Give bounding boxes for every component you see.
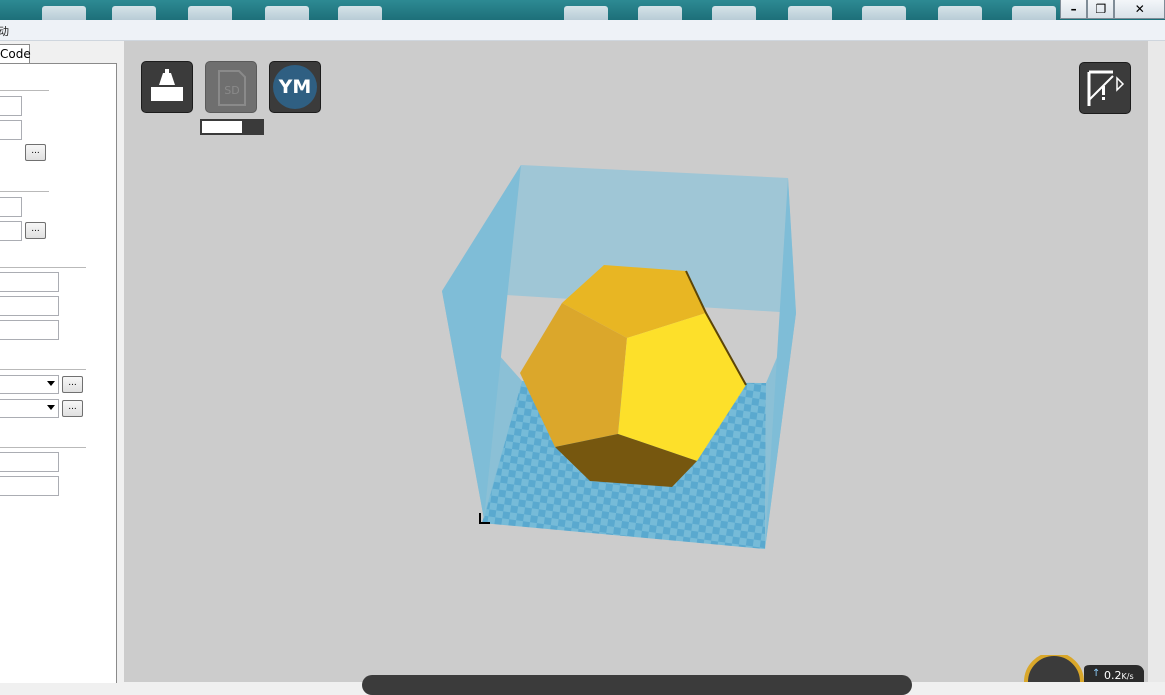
view-mode-button[interactable] <box>1079 62 1131 114</box>
dropdown-select[interactable] <box>0 399 59 418</box>
taskbar-app-icon[interactable] <box>638 6 682 20</box>
menu-item-partial[interactable]: 动 <box>0 23 9 39</box>
minimize-button[interactable]: – <box>1060 0 1088 19</box>
section-divider <box>0 369 86 370</box>
3d-viewport[interactable]: SD YM <box>124 41 1148 695</box>
slice-progress-bar <box>200 119 264 135</box>
sd-label: SD <box>224 84 239 97</box>
sd-card-icon: SD <box>218 70 246 106</box>
text-field[interactable] <box>0 120 22 140</box>
text-field[interactable] <box>0 452 59 472</box>
taskbar: – ❐ ✕ <box>0 0 1165 20</box>
tab-code[interactable]: Code <box>0 44 31 64</box>
taskbar-app-icon[interactable] <box>938 6 982 20</box>
maximize-button[interactable]: ❐ <box>1087 0 1115 19</box>
taskbar-app-icon[interactable] <box>42 6 86 20</box>
section-divider <box>0 267 86 268</box>
menubar: 动 <box>0 20 1165 41</box>
taskbar-app-icon[interactable] <box>788 6 832 20</box>
right-edge <box>1148 41 1165 682</box>
load-model-button[interactable] <box>141 61 193 113</box>
dropdown-select[interactable] <box>0 375 59 394</box>
upload-arrow-icon: ↑ <box>1092 668 1101 679</box>
taskbar-app-icon[interactable] <box>338 6 382 20</box>
window-controls: – ❐ ✕ <box>1060 0 1165 19</box>
ym-plugin-button[interactable]: YM <box>269 61 321 113</box>
taskbar-app-icon[interactable] <box>1012 6 1056 20</box>
chevron-down-icon <box>47 405 55 410</box>
load-model-icon <box>151 69 183 101</box>
chevron-down-icon <box>47 381 55 386</box>
ym-label: YM <box>273 65 317 109</box>
taskbar-app-icon[interactable] <box>188 6 232 20</box>
taskbar-app-icon[interactable] <box>862 6 906 20</box>
text-field[interactable] <box>0 272 59 292</box>
text-field[interactable] <box>0 296 59 316</box>
section-divider <box>0 90 49 91</box>
text-field[interactable] <box>0 320 59 340</box>
settings-panel: ... ... ... ... <box>0 63 117 683</box>
taskbar-app-icon[interactable] <box>712 6 756 20</box>
section-divider <box>0 191 49 192</box>
taskbar-app-icon[interactable] <box>564 6 608 20</box>
combo-options-button[interactable]: ... <box>62 400 83 417</box>
browse-button[interactable]: ... <box>25 222 46 239</box>
taskbar-app-icon[interactable] <box>112 6 156 20</box>
layer-slider-bar[interactable] <box>362 675 912 695</box>
text-field[interactable] <box>0 96 22 116</box>
text-field[interactable] <box>0 197 22 217</box>
section-divider <box>0 447 86 448</box>
taskbar-app-icon[interactable] <box>265 6 309 20</box>
combo-options-button[interactable]: ... <box>62 376 83 393</box>
view-mode-icon <box>1087 70 1125 106</box>
text-field[interactable] <box>0 476 59 496</box>
scene-canvas[interactable] <box>124 41 1148 682</box>
network-speed-label: 0.2K/s <box>1104 669 1134 682</box>
network-speed-widget[interactable]: ↑ 0.2K/s <box>1024 655 1144 682</box>
text-field[interactable] <box>0 221 22 241</box>
browse-button[interactable]: ... <box>25 144 46 161</box>
close-button[interactable]: ✕ <box>1114 0 1165 19</box>
sd-card-button[interactable]: SD <box>205 61 257 113</box>
progress-fill <box>202 121 242 133</box>
